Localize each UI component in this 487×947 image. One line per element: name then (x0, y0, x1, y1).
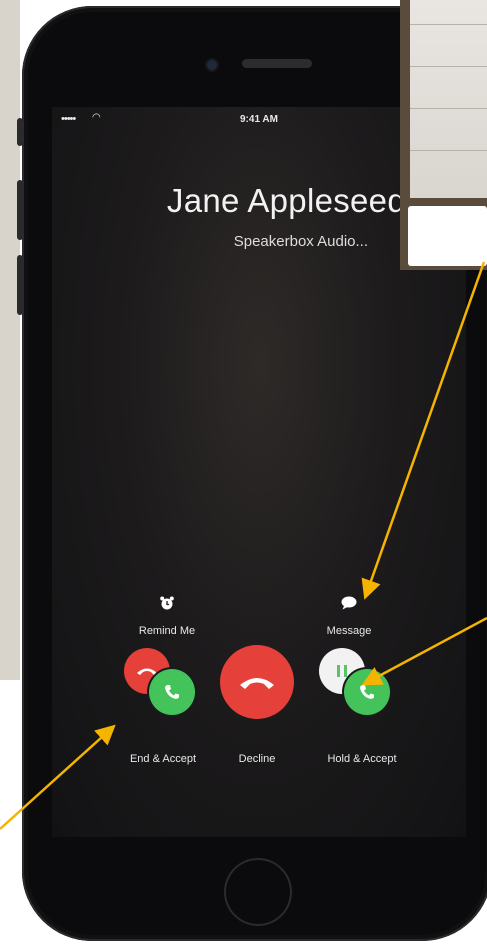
hold-and-accept-button[interactable] (344, 669, 390, 715)
divider (410, 108, 487, 109)
volume-down-button (17, 255, 23, 315)
divider (410, 150, 487, 151)
front-camera (207, 60, 217, 70)
page-edge (0, 0, 20, 680)
end-and-accept-label: End & Accept (129, 753, 197, 765)
home-button[interactable] (224, 858, 292, 926)
pause-icon (337, 665, 347, 677)
text-field[interactable] (408, 206, 487, 266)
hang-up-icon (137, 668, 157, 675)
mute-switch (17, 118, 23, 146)
decline-button[interactable] (220, 645, 294, 719)
speech-bubble-icon (304, 595, 394, 615)
cropped-panel (400, 0, 487, 270)
decline-label: Decline (238, 753, 276, 765)
caller-name: Jane Appleseed (166, 182, 406, 219)
end-and-accept-button[interactable] (149, 669, 195, 715)
earpiece-speaker (242, 59, 312, 68)
alarm-clock-icon (122, 595, 212, 615)
hold-and-accept-label: Hold & Accept (327, 753, 397, 765)
remind-me-button[interactable]: Remind Me (122, 595, 212, 637)
divider (410, 24, 487, 25)
message-label: Message (326, 625, 372, 637)
message-button[interactable]: Message (304, 595, 394, 637)
hang-up-icon (240, 678, 274, 689)
remind-me-label: Remind Me (138, 625, 196, 637)
caller-subtitle: Speakerbox Audio... (233, 233, 368, 250)
divider (410, 66, 487, 67)
volume-up-button (17, 180, 23, 240)
phone-icon (360, 685, 374, 699)
list-stack (410, 0, 487, 198)
phone-icon (165, 685, 179, 699)
